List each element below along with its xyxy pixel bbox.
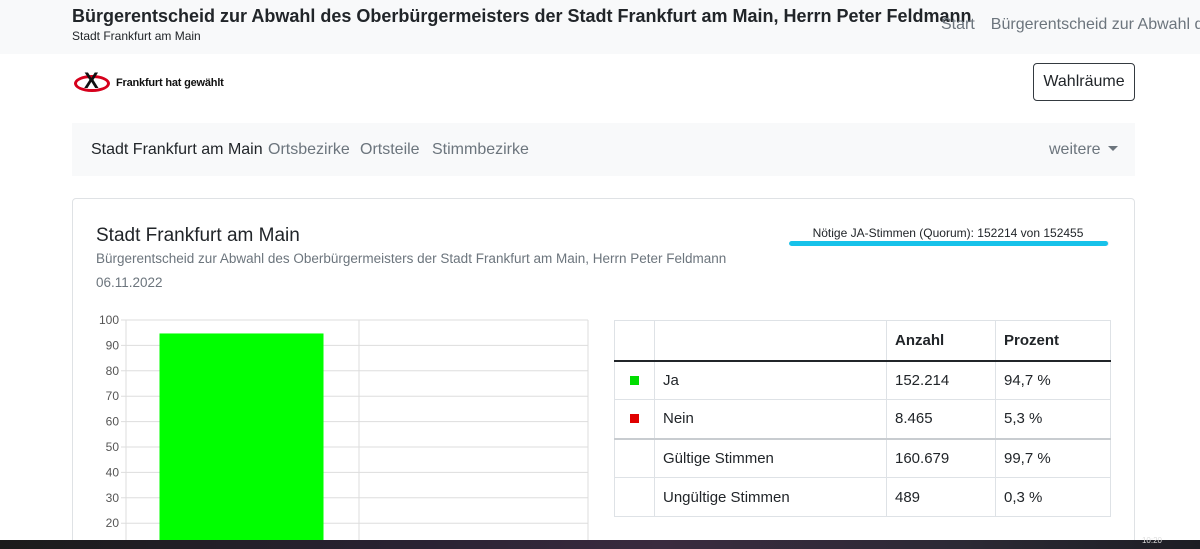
chart-bar-ja bbox=[159, 333, 324, 549]
weitere-label: weitere bbox=[1049, 141, 1101, 158]
row-percent: 99,7 % bbox=[995, 437, 1111, 478]
table-header-prozent: Prozent bbox=[995, 320, 1111, 362]
card-title: Stadt Frankfurt am Main bbox=[96, 225, 300, 246]
site-title[interactable]: Bürgerentscheid zur Abwahl des Oberbürge… bbox=[72, 6, 972, 27]
subnav-weitere-dropdown[interactable]: weitere bbox=[1049, 141, 1118, 159]
row-label: Nein bbox=[654, 399, 887, 439]
area-nav: Stadt Frankfurt am Main Ortsbezirke Orts… bbox=[72, 123, 1135, 176]
row-percent: 94,7 % bbox=[995, 360, 1111, 400]
site-subtitle: Stadt Frankfurt am Main bbox=[72, 29, 201, 43]
table-row-ungueltige: Ungültige Stimmen 489 0,3 % bbox=[614, 477, 1111, 517]
frankfurt-logo[interactable]: X Frankfurt hat gewählt bbox=[72, 68, 232, 97]
chart-y-tick-label: 90 bbox=[106, 338, 120, 352]
result-bar-chart: 20 30 40 50 60 70 80 90 100 bbox=[99, 314, 589, 549]
chart-y-tick-label: 100 bbox=[99, 314, 119, 327]
row-label: Gültige Stimmen bbox=[654, 437, 887, 478]
table-header-row: Anzahl Prozent bbox=[614, 320, 1111, 362]
nav-buergerentscheid[interactable]: Bürgerentscheid zur Abwahl des bbox=[991, 16, 1200, 34]
row-count: 489 bbox=[886, 477, 996, 517]
row-label: Ja bbox=[654, 360, 887, 400]
color-swatch-cell bbox=[614, 477, 655, 517]
color-swatch-cell bbox=[614, 360, 655, 400]
chevron-down-icon bbox=[1107, 145, 1118, 151]
quorum-progress-bar bbox=[789, 241, 1109, 246]
row-count: 160.679 bbox=[886, 437, 996, 478]
table-header-anzahl: Anzahl bbox=[886, 320, 996, 362]
subnav-stadt[interactable]: Stadt Frankfurt am Main bbox=[91, 141, 263, 159]
table-row-ja: Ja 152.214 94,7 % bbox=[614, 360, 1111, 400]
subnav-ortsbezirke[interactable]: Ortsbezirke bbox=[268, 141, 350, 159]
taskbar-clock: 10:20 bbox=[1141, 536, 1162, 545]
ja-color-swatch bbox=[630, 375, 639, 385]
table-row-gueltige: Gültige Stimmen 160.679 99,7 % bbox=[614, 437, 1111, 478]
nein-color-swatch bbox=[630, 414, 639, 424]
table-header-label bbox=[654, 320, 887, 362]
card-date: 06.11.2022 bbox=[96, 275, 163, 290]
card-subtitle: Bürgerentscheid zur Abwahl des Oberbürge… bbox=[96, 251, 727, 266]
color-swatch-cell bbox=[614, 399, 655, 439]
chart-y-tick-label: 40 bbox=[106, 465, 120, 479]
top-nav: Start Bürgerentscheid zur Abwahl des bbox=[941, 16, 1200, 34]
chart-y-tick-label: 30 bbox=[106, 491, 120, 505]
subnav-ortsteile[interactable]: Ortsteile bbox=[360, 141, 420, 159]
logo-mark-icon: X bbox=[72, 68, 112, 96]
subnav-stimmbezirke[interactable]: Stimmbezirke bbox=[432, 141, 529, 159]
chart-y-tick-label: 80 bbox=[106, 364, 120, 378]
row-count: 8.465 bbox=[886, 399, 996, 439]
chart-y-tick-label: 60 bbox=[106, 415, 120, 429]
color-swatch-cell bbox=[614, 437, 655, 478]
table-header-color bbox=[614, 320, 655, 362]
row-count: 152.214 bbox=[886, 360, 996, 400]
os-taskbar: 10:20 bbox=[0, 536, 1200, 549]
result-table: Anzahl Prozent Ja 152.214 94,7 % Nein 8.… bbox=[614, 320, 1111, 517]
chart-y-tick-label: 20 bbox=[106, 516, 120, 530]
chart-y-tick-label: 70 bbox=[106, 389, 120, 403]
row-percent: 0,3 % bbox=[995, 477, 1111, 517]
chart-y-tick-label: 50 bbox=[106, 440, 120, 454]
quorum-progress-fill bbox=[789, 241, 1109, 246]
nav-start[interactable]: Start bbox=[941, 16, 975, 34]
site-header: Bürgerentscheid zur Abwahl des Oberbürge… bbox=[0, 0, 1200, 54]
table-row-nein: Nein 8.465 5,3 % bbox=[614, 399, 1111, 439]
logo-text: Frankfurt hat gewählt bbox=[116, 77, 224, 89]
quorum-label: Nötige JA-Stimmen (Quorum): 152214 von 1… bbox=[812, 226, 1084, 240]
row-label: Ungültige Stimmen bbox=[654, 477, 887, 517]
row-percent: 5,3 % bbox=[995, 399, 1111, 439]
wahlraeume-button[interactable]: Wahlräume bbox=[1033, 63, 1135, 101]
